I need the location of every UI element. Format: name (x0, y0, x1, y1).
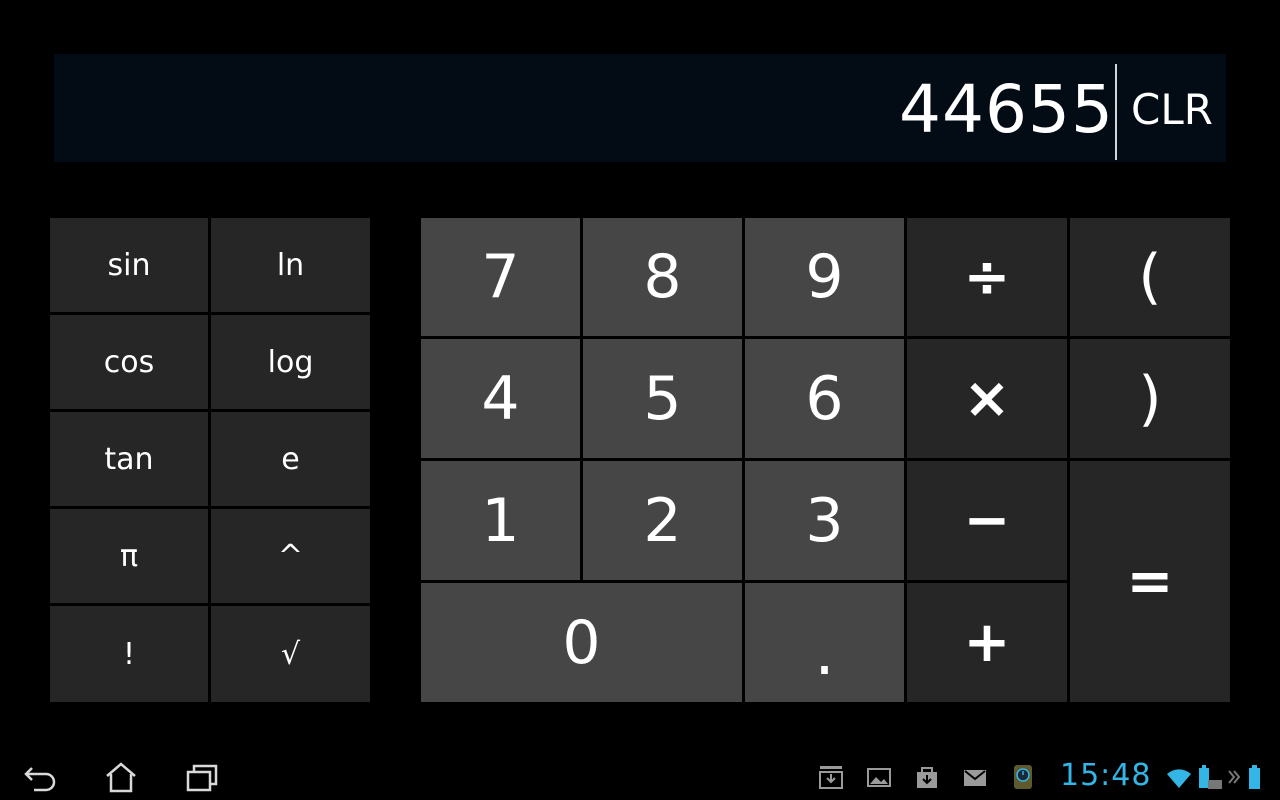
inbox-icon[interactable] (816, 762, 846, 792)
chevron-right-icon[interactable] (1226, 762, 1242, 792)
digit-2-button[interactable]: 2 (583, 461, 742, 580)
power-button[interactable]: ^ (211, 509, 370, 603)
factorial-button[interactable]: ! (50, 606, 208, 702)
pi-button[interactable]: π (50, 509, 208, 603)
tan-button[interactable]: tan (50, 412, 208, 506)
log-button[interactable]: log (211, 315, 370, 409)
digit-1-button[interactable]: 1 (421, 461, 580, 580)
digit-7-button[interactable]: 7 (421, 218, 580, 336)
gmail-icon[interactable] (960, 762, 990, 792)
digit-3-button[interactable]: 3 (745, 461, 904, 580)
home-icon[interactable] (101, 760, 141, 794)
divide-button[interactable]: ÷ (907, 218, 1067, 336)
open-paren-button[interactable]: ( (1070, 218, 1230, 336)
clock[interactable]: 15:48 (1060, 758, 1151, 794)
close-paren-button[interactable]: ) (1070, 339, 1230, 458)
ln-button[interactable]: ln (211, 218, 370, 312)
decimal-point-button[interactable]: . (745, 583, 904, 702)
cos-button[interactable]: cos (50, 315, 208, 409)
e-button[interactable]: e (211, 412, 370, 506)
multiply-button[interactable]: × (907, 339, 1067, 458)
minus-button[interactable]: − (907, 461, 1067, 580)
digit-8-button[interactable]: 8 (583, 218, 742, 336)
store-icon[interactable] (912, 762, 942, 792)
wifi-icon (1166, 762, 1192, 792)
plus-button[interactable]: + (907, 583, 1067, 702)
digit-4-button[interactable]: 4 (421, 339, 580, 458)
recent-apps-icon[interactable] (182, 760, 222, 794)
sqrt-button[interactable]: √ (211, 606, 370, 702)
gallery-icon[interactable] (864, 762, 894, 792)
system-bar: 15:48 (0, 752, 1280, 800)
battery-icon (1244, 762, 1264, 792)
back-icon[interactable] (22, 760, 62, 794)
digit-5-button[interactable]: 5 (583, 339, 742, 458)
clear-button[interactable]: CLR (1118, 54, 1226, 162)
digit-6-button[interactable]: 6 (745, 339, 904, 458)
calculator-app: 44655 CLR sin ln cos log tan e π ^ ! √ 7… (0, 0, 1280, 800)
sin-button[interactable]: sin (50, 218, 208, 312)
display-panel: 44655 CLR (54, 54, 1226, 162)
display-value[interactable]: 44655 (899, 54, 1114, 162)
digit-0-button[interactable]: 0 (421, 583, 742, 702)
equals-button[interactable]: = (1070, 461, 1230, 702)
keyboard-battery-icon (1196, 762, 1224, 792)
text-cursor (1115, 64, 1117, 160)
digit-9-button[interactable]: 9 (745, 218, 904, 336)
app-notification-icon[interactable] (1008, 762, 1038, 792)
